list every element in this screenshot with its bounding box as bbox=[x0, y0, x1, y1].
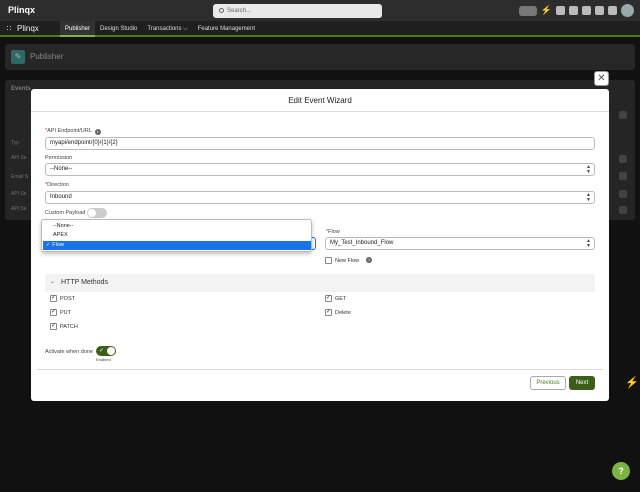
activate-label: Activate when done bbox=[45, 349, 94, 355]
select-arrows-icon: ▲ ▼ bbox=[586, 192, 591, 203]
app-launcher-icon[interactable] bbox=[6, 25, 13, 32]
tab-design-studio[interactable]: Design Studio bbox=[95, 21, 142, 37]
notifications-bell-icon[interactable] bbox=[608, 6, 617, 15]
permission-label: Permission bbox=[45, 155, 73, 161]
nav-tabs: Publisher Design Studio Transactions ⌵ F… bbox=[60, 21, 260, 37]
setup-gear-icon[interactable] bbox=[595, 6, 604, 15]
post-checkbox[interactable]: ✓ bbox=[50, 295, 57, 302]
help-icon[interactable] bbox=[582, 6, 591, 15]
search-icon bbox=[219, 8, 224, 13]
app-logo: Plinqx bbox=[8, 5, 36, 15]
direction-value: Inbound bbox=[50, 194, 72, 200]
activate-state: Enabled bbox=[96, 357, 111, 362]
close-icon: ✕ bbox=[597, 73, 606, 84]
cloud-icon[interactable] bbox=[569, 6, 578, 15]
direction-select[interactable]: Inbound ▲ ▼ bbox=[45, 191, 595, 204]
modal-footer-divider bbox=[37, 369, 603, 370]
info-icon[interactable]: i bbox=[94, 129, 101, 135]
permission-value: --None-- bbox=[50, 166, 73, 172]
select-arrows-icon: ▲ ▼ bbox=[586, 164, 591, 175]
flow-select[interactable]: My_Test_Inbound_Flow ▲ ▼ bbox=[325, 237, 595, 250]
tab-feature-management[interactable]: Feature Management bbox=[193, 21, 260, 37]
dropdown-option-flow[interactable]: ✓ Flow bbox=[43, 241, 311, 250]
direction-label: *Direction bbox=[45, 182, 69, 188]
api-endpoint-label: *API Endpoint/URL i bbox=[45, 128, 101, 135]
previous-button[interactable]: Previous bbox=[530, 376, 566, 390]
type-dropdown-list: --None-- APEX ✓ Flow bbox=[41, 219, 312, 252]
get-checkbox[interactable]: ✓ bbox=[325, 295, 332, 302]
http-methods-section-header[interactable]: ⌄ HTTP Methods bbox=[45, 274, 595, 292]
search-placeholder: Search... bbox=[227, 8, 252, 14]
flow-value: My_Test_Inbound_Flow bbox=[330, 240, 394, 246]
favorites-icon[interactable] bbox=[518, 5, 537, 16]
lightning-icon[interactable]: ⚡ bbox=[541, 6, 552, 15]
select-arrows-icon: ▲ ▼ bbox=[586, 238, 591, 249]
permission-select[interactable]: --None-- ▲ ▼ bbox=[45, 163, 595, 176]
chevron-down-icon: ⌄ bbox=[50, 279, 56, 285]
custom-payload-toggle[interactable] bbox=[87, 208, 107, 218]
flow-label: *Flow bbox=[326, 229, 340, 235]
global-search-input[interactable]: Search... bbox=[213, 4, 382, 18]
put-checkbox[interactable]: ✓ bbox=[50, 309, 57, 316]
add-icon[interactable] bbox=[556, 6, 565, 15]
header-utility-icons: ⚡ bbox=[518, 4, 634, 17]
app-name: Plinqx bbox=[17, 24, 39, 33]
http-methods-title: HTTP Methods bbox=[61, 279, 108, 286]
modal-title: Edit Event Wizard bbox=[288, 96, 352, 105]
lightning-icon[interactable]: ⚡ bbox=[625, 376, 639, 389]
info-icon[interactable]: i bbox=[366, 257, 372, 263]
tab-publisher[interactable]: Publisher bbox=[60, 21, 96, 37]
modal-header: Edit Event Wizard bbox=[31, 89, 609, 112]
post-label: POST bbox=[60, 296, 75, 302]
tab-transactions[interactable]: Transactions ⌵ bbox=[142, 21, 192, 37]
global-header: Plinqx Search... ⚡ bbox=[0, 0, 640, 21]
app-navigation-bar: Plinqx Publisher Design Studio Transacti… bbox=[0, 21, 640, 37]
new-flow-checkbox[interactable] bbox=[325, 257, 332, 264]
next-button[interactable]: Next bbox=[569, 376, 595, 390]
activate-toggle[interactable]: ✓ bbox=[96, 346, 116, 356]
get-label: GET bbox=[335, 296, 347, 302]
new-flow-label: New Flow bbox=[335, 258, 360, 264]
patch-checkbox[interactable]: ✓ bbox=[50, 323, 57, 330]
dropdown-option-apex[interactable]: APEX bbox=[43, 231, 311, 240]
custom-payload-label: Custom Payload bbox=[45, 210, 86, 216]
checkmark-icon: ✓ bbox=[46, 242, 51, 248]
patch-label: PATCH bbox=[60, 324, 78, 330]
delete-label: Delete bbox=[335, 310, 351, 316]
help-question-icon[interactable]: ? bbox=[612, 462, 630, 480]
api-endpoint-input[interactable]: myapi/endpoint/{0}/{1}/{2} bbox=[45, 137, 595, 150]
put-label: PUT bbox=[60, 310, 71, 316]
avatar[interactable] bbox=[621, 4, 634, 17]
dropdown-option-none[interactable]: --None-- bbox=[43, 222, 311, 231]
close-modal-button[interactable]: ✕ bbox=[594, 71, 609, 86]
delete-checkbox[interactable]: ✓ bbox=[325, 309, 332, 316]
